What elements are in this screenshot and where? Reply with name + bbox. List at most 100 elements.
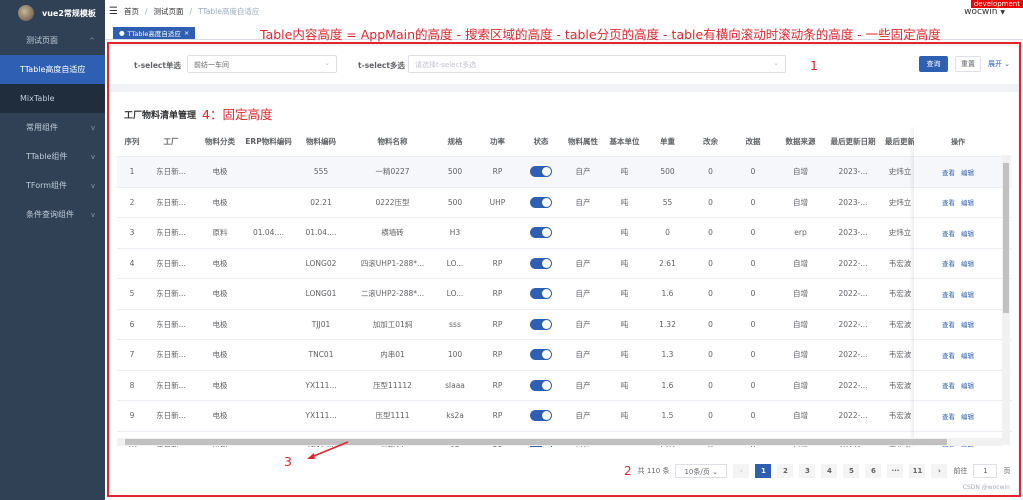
edit-link[interactable]: 编辑 — [961, 319, 974, 329]
status-cell — [520, 318, 562, 330]
reset-button[interactable]: 重置 — [955, 56, 981, 72]
page-button[interactable]: 11 — [909, 464, 926, 478]
status-toggle[interactable] — [530, 288, 552, 300]
column-header[interactable]: 工厂 — [147, 136, 195, 147]
view-link[interactable]: 查看 — [942, 228, 955, 238]
close-icon[interactable]: × — [184, 29, 189, 37]
status-toggle[interactable] — [530, 318, 552, 330]
table-cell: 4 — [129, 258, 135, 268]
page-button[interactable]: ··· — [887, 464, 904, 478]
table-cell: 55 — [662, 197, 673, 207]
edit-link[interactable]: 编辑 — [961, 197, 974, 207]
table-cell: 自产 — [575, 167, 591, 177]
vertical-scrollbar[interactable] — [1002, 155, 1010, 445]
username: wocwin — [964, 7, 998, 17]
brand[interactable]: vue2常规模板 — [0, 0, 105, 26]
column-header[interactable]: 物料编码 — [292, 136, 350, 147]
table-row: 4 东日新... 电极 LONG02 四滚UHP1-288*... LO... RP 自产 吨 2… — [117, 249, 1012, 279]
single-select[interactable]: 前纺一车间 ⌄ — [187, 55, 337, 73]
query-button[interactable]: 查询 — [919, 56, 948, 72]
status-toggle[interactable] — [530, 379, 552, 391]
edit-link[interactable]: 编辑 — [961, 411, 974, 421]
breadcrumb-test[interactable]: 测试页面 — [154, 6, 184, 17]
action-cell: 查看编辑 — [914, 279, 1002, 310]
table-cell: TJJ01 — [311, 319, 331, 329]
column-header[interactable]: 数据来源 — [775, 136, 826, 147]
column-header[interactable]: 物料名称 — [350, 136, 435, 147]
horizontal-scrollbar[interactable] — [117, 438, 1002, 446]
view-link[interactable]: 查看 — [942, 380, 955, 390]
page-size-select[interactable]: 10条/页 ⌄ — [675, 464, 728, 478]
sidebar-item[interactable]: 条件查询组件 v — [0, 200, 105, 229]
column-header[interactable]: ERP物料编码 — [245, 136, 292, 147]
table-cell: LO... — [446, 258, 464, 268]
column-header[interactable]: 最后更新日期 — [826, 136, 880, 147]
sidebar-item[interactable]: 常用组件 v — [0, 113, 105, 142]
status-toggle[interactable] — [530, 196, 552, 208]
total-count: 共 110 条 — [637, 467, 670, 475]
view-link[interactable]: 查看 — [942, 289, 955, 299]
page-button[interactable]: 5 — [843, 464, 860, 478]
table-cell: 8 — [129, 380, 135, 390]
edit-link[interactable]: 编辑 — [961, 167, 974, 177]
page-button[interactable]: 2 — [777, 464, 794, 478]
view-link[interactable]: 查看 — [942, 319, 955, 329]
column-header[interactable]: 单重 — [645, 136, 690, 147]
table-cell: 02.21 — [310, 197, 332, 207]
sidebar-item[interactable]: 测试页面 ^ — [0, 26, 105, 55]
view-link[interactable]: 查看 — [942, 197, 955, 207]
table-cell: 吨 — [620, 197, 629, 207]
column-header[interactable]: 基本单位 — [604, 136, 645, 147]
scroll-thumb[interactable] — [125, 439, 947, 445]
table-cell: 5 — [129, 289, 135, 299]
table-cell: 0 — [750, 197, 756, 207]
user-menu[interactable]: wocwin ▼ — [964, 7, 1005, 17]
scroll-thumb[interactable] — [1003, 163, 1009, 313]
sidebar-item[interactable]: TForm组件 v — [0, 171, 105, 200]
view-link[interactable]: 查看 — [942, 167, 955, 177]
status-toggle[interactable] — [530, 227, 552, 239]
page-button[interactable]: 6 — [865, 464, 882, 478]
edit-link[interactable]: 编辑 — [961, 289, 974, 299]
sidebar-item[interactable]: TTable高度自适应 — [0, 55, 105, 84]
edit-link[interactable]: 编辑 — [961, 350, 974, 360]
next-page-button[interactable]: › — [931, 464, 948, 478]
column-header[interactable]: 序列 — [117, 136, 147, 147]
edit-link[interactable]: 编辑 — [961, 228, 974, 238]
column-header[interactable]: 状态 — [520, 136, 562, 147]
edit-link[interactable]: 编辑 — [961, 258, 974, 268]
view-link[interactable]: 查看 — [942, 411, 955, 421]
status-toggle[interactable] — [530, 257, 552, 269]
multi-select[interactable]: 请选择t-select多选 ⌄ — [408, 55, 786, 73]
table-cell: RP — [492, 380, 503, 390]
sidebar-item[interactable]: MixTable — [0, 84, 105, 113]
breadcrumb-home[interactable]: 首页 — [124, 6, 139, 17]
status-cell — [520, 227, 562, 239]
status-toggle[interactable] — [530, 410, 552, 422]
goto-page-input[interactable]: 1 — [973, 464, 998, 478]
page-button[interactable]: 1 — [755, 464, 772, 478]
column-header[interactable]: 改余 — [690, 136, 731, 147]
column-header[interactable]: 物料属性 — [562, 136, 604, 147]
table-cell: 电极 — [212, 289, 228, 299]
column-header[interactable]: 物料分类 — [195, 136, 245, 147]
table-cell: 0222压型 — [375, 197, 410, 207]
prev-page-button[interactable]: ‹ — [733, 464, 750, 478]
column-header[interactable]: 改据 — [731, 136, 775, 147]
sidebar-item[interactable]: TTable组件 v — [0, 142, 105, 171]
status-toggle[interactable] — [530, 166, 552, 178]
view-link[interactable]: 查看 — [942, 350, 955, 360]
column-header[interactable]: 功率 — [475, 136, 520, 147]
view-link[interactable]: 查看 — [942, 258, 955, 268]
status-toggle[interactable] — [530, 349, 552, 361]
edit-link[interactable]: 编辑 — [961, 380, 974, 390]
sidebar-item-label: TForm组件 — [26, 181, 68, 190]
tag-active[interactable]: ● TTable高度自适应 × — [113, 27, 196, 39]
table-cell: LONG02 — [305, 258, 337, 268]
expand-button[interactable]: 展开 ⌄ — [986, 56, 1012, 72]
column-header[interactable]: 规格 — [435, 136, 475, 147]
page-button[interactable]: 4 — [821, 464, 838, 478]
page-button[interactable]: 3 — [799, 464, 816, 478]
status-cell — [520, 379, 562, 391]
hamburger-icon[interactable]: ☰ — [109, 6, 118, 17]
